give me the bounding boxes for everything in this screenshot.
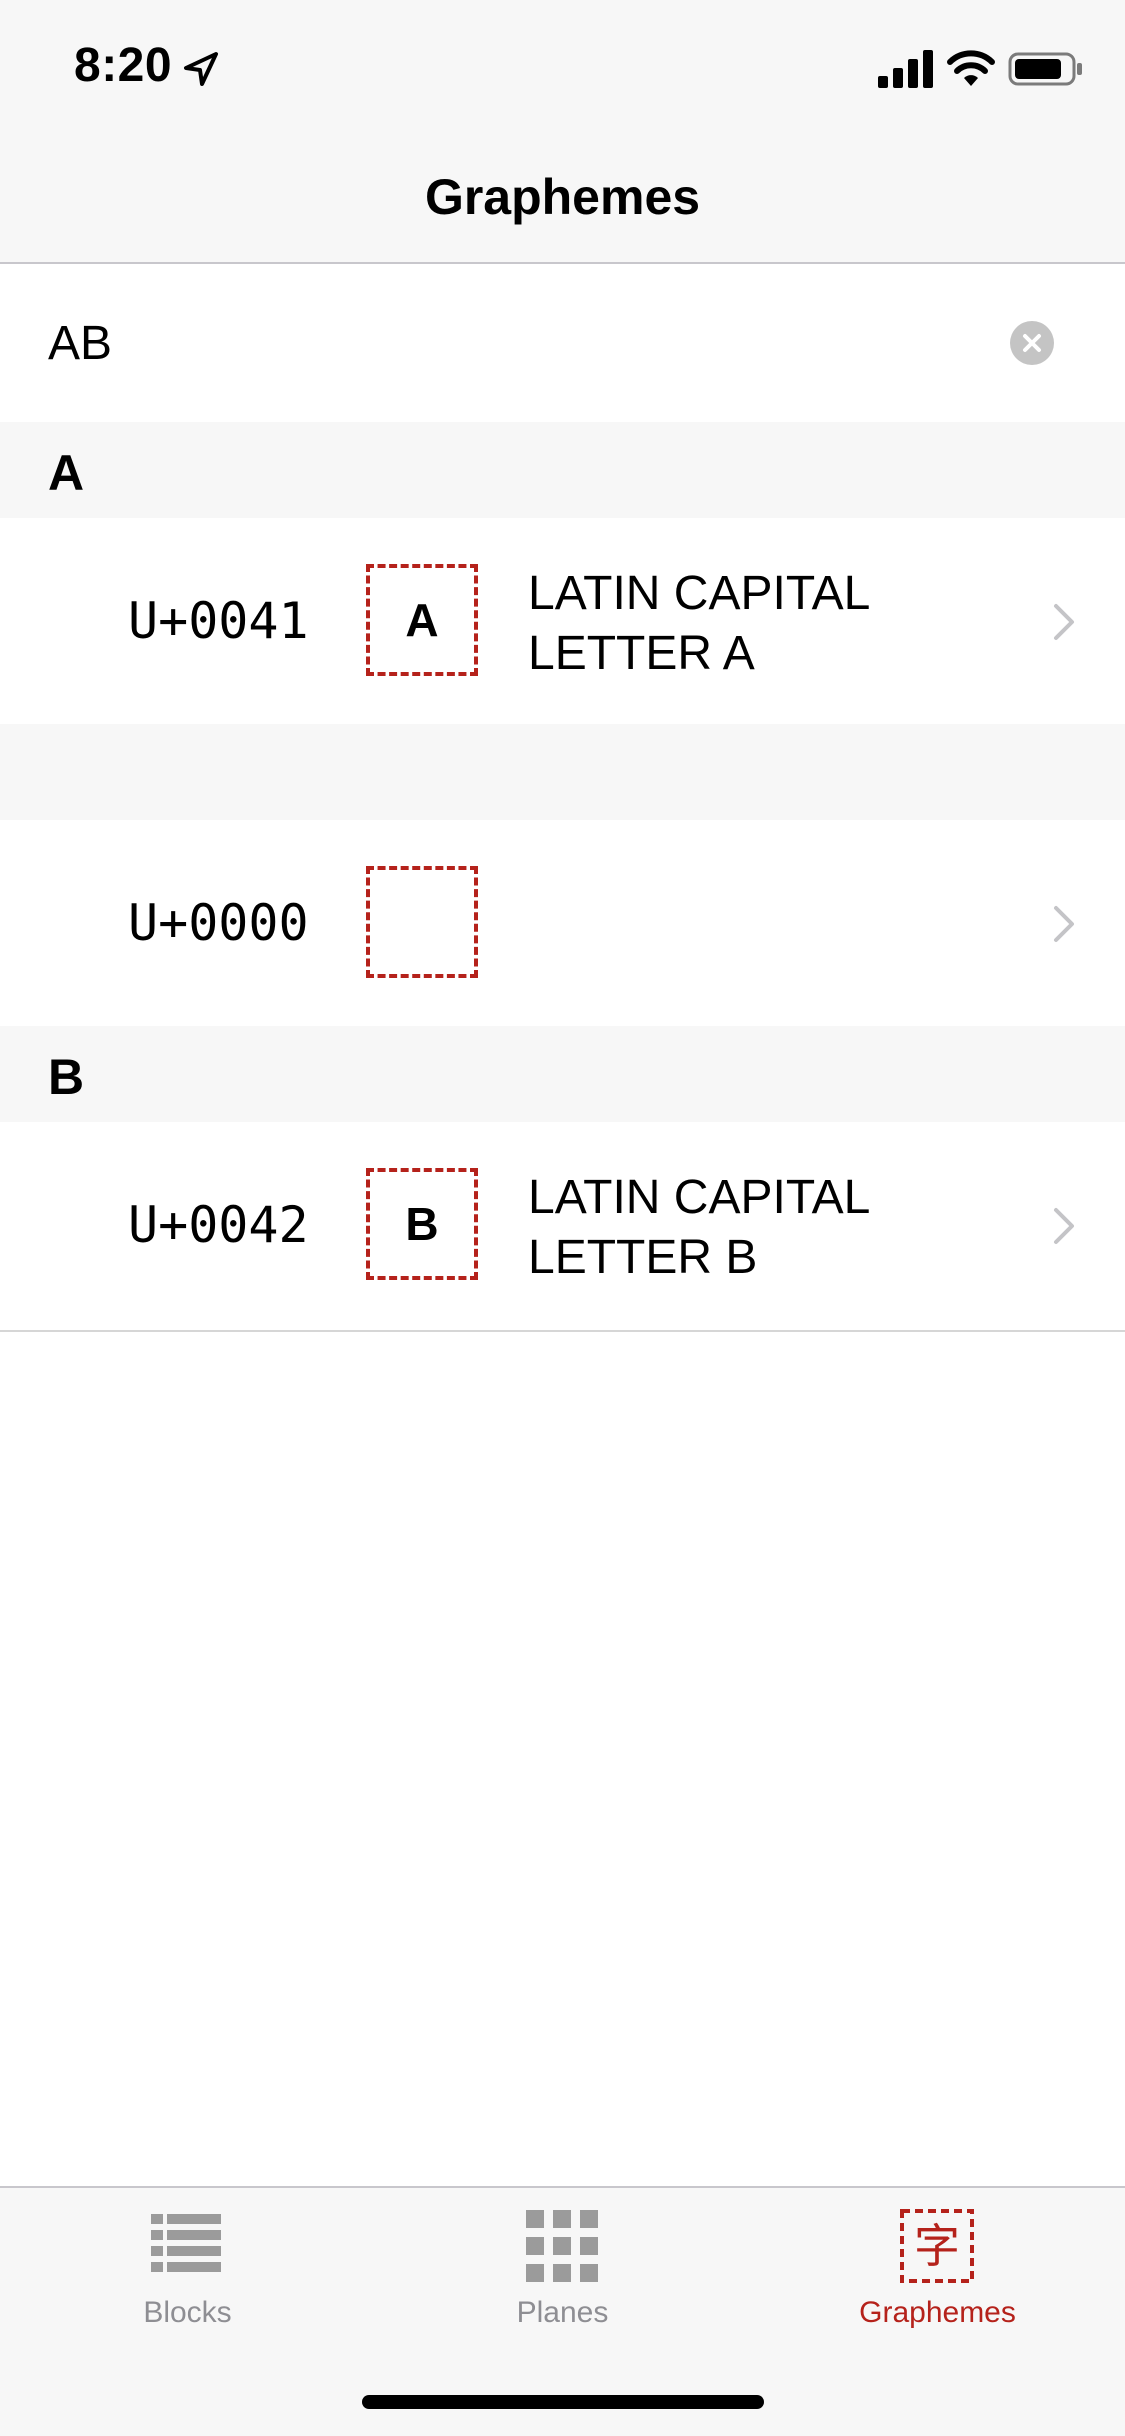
battery-icon <box>1008 52 1082 86</box>
search-input[interactable] <box>48 308 988 378</box>
list-item[interactable]: U+0041 A LATIN CAPITAL LETTER A <box>0 518 1125 724</box>
section-header: A <box>0 422 1125 518</box>
glyph-box: A <box>366 564 478 676</box>
character-name: LATIN CAPITAL LETTER B <box>528 1171 869 1284</box>
chevron-right-icon <box>1054 604 1074 640</box>
code-point: U+0041 <box>128 592 309 650</box>
location-arrow-icon <box>184 52 218 86</box>
tab-blocks[interactable]: Blocks <box>0 2188 375 2348</box>
wifi-icon <box>947 50 995 86</box>
list-item[interactable]: U+0000 <box>0 820 1125 1026</box>
glyph-box: B <box>366 1168 478 1280</box>
chevron-right-icon <box>1054 906 1074 942</box>
code-point: U+0042 <box>128 1196 309 1254</box>
code-point: U+0000 <box>128 894 309 952</box>
clear-circle-icon[interactable] <box>1010 321 1054 365</box>
search-bar <box>0 264 1125 422</box>
navigation-bar: Graphemes <box>0 132 1125 264</box>
tab-planes[interactable]: Planes <box>375 2188 750 2348</box>
tab-label: Graphemes <box>859 2296 1016 2329</box>
list-divider <box>0 1330 1125 1332</box>
screen: 8:20 Graphemes AB A U+0041 A LATIN CAPIT… <box>0 0 1125 2436</box>
list-icon <box>151 2214 221 2272</box>
tab-graphemes[interactable]: 字 Graphemes <box>750 2188 1125 2348</box>
tab-label: Planes <box>516 2296 609 2329</box>
glyph-box <box>366 866 478 978</box>
cellular-signal-icon <box>878 50 933 88</box>
grapheme-character-icon: 字 <box>900 2209 974 2283</box>
section-header-label: A <box>48 445 85 501</box>
chevron-right-icon <box>1054 1208 1074 1244</box>
list-item[interactable]: U+0042 B LATIN CAPITAL LETTER B <box>0 1122 1125 1328</box>
grid-icon <box>526 2210 598 2282</box>
page-title: Graphemes <box>424 169 701 225</box>
section-header: B <box>0 1026 1125 1122</box>
status-time: 8:20 <box>74 39 173 92</box>
svg-text:字: 字 <box>914 2219 960 2273</box>
tab-label: Blocks <box>143 2296 232 2329</box>
home-indicator[interactable] <box>362 2395 764 2409</box>
section-header-label: B <box>48 1049 85 1105</box>
section-header <box>0 724 1125 820</box>
status-bar: 8:20 <box>0 0 1125 132</box>
character-name: LATIN CAPITAL LETTER A <box>528 567 869 680</box>
